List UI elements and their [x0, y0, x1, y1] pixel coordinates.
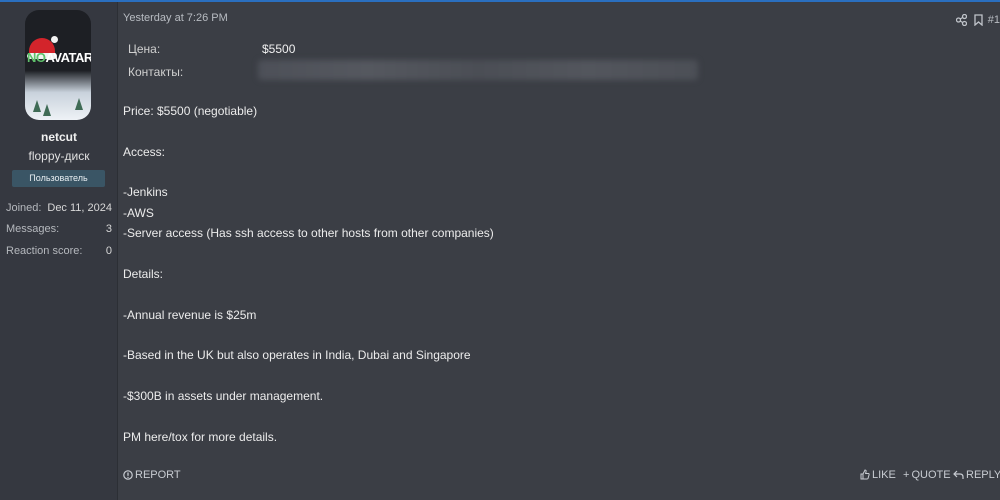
- tree-icon: [33, 100, 41, 112]
- santa-hat-pompom: [51, 36, 58, 43]
- stat-label: Messages:: [6, 223, 60, 235]
- quote-label: QUOTE: [911, 469, 951, 481]
- reply-label: REPLY: [966, 469, 1000, 481]
- user-title: floppy-диск: [28, 149, 90, 163]
- post-text-line: -Annual revenue is $25m: [123, 308, 257, 322]
- report-icon: [123, 470, 133, 483]
- post-header-actions: #1: [950, 12, 1000, 30]
- post-footer-actions: LIKE + QUOTE REPLY: [860, 469, 1000, 485]
- stat-label: Reaction score:: [6, 245, 83, 257]
- avatar[interactable]: NOAVATAR: [25, 10, 91, 120]
- like-button[interactable]: LIKE: [860, 469, 896, 483]
- tree-icon: [75, 98, 83, 110]
- avatar-text: NOAVATAR: [27, 50, 91, 65]
- username-link[interactable]: netcut: [0, 130, 118, 144]
- report-button[interactable]: REPORT: [123, 469, 181, 483]
- stat-value: 3: [105, 223, 112, 235]
- post-text-line: Details:: [123, 267, 164, 281]
- field-label-contacts: Контакты:: [128, 65, 184, 79]
- field-label-price: Цена:: [128, 42, 161, 56]
- like-label: LIKE: [872, 469, 896, 481]
- stat-value: Dec 11, 2024: [47, 202, 112, 214]
- reply-button[interactable]: REPLY: [953, 469, 1000, 483]
- post-text-line: -Based in the UK but also operates in In…: [123, 348, 471, 362]
- report-label: REPORT: [135, 469, 181, 481]
- avatar-text-no: NO: [27, 50, 46, 65]
- user-info-panel: NOAVATAR netcut floppy-диск Пользователь…: [0, 2, 118, 500]
- post-timestamp[interactable]: Yesterday at 7:26 PM: [123, 12, 228, 24]
- stat-value: 0: [105, 245, 112, 257]
- stat-label: Joined:: [6, 202, 42, 214]
- field-value-price: $5500: [262, 42, 296, 56]
- post-text-line: -AWS: [123, 206, 154, 220]
- post-text-line: Price: $5500 (negotiable): [123, 104, 258, 118]
- post-text-line: PM here/tox for more details.: [123, 430, 278, 444]
- post-text-line: -$300B in assets under management.: [123, 389, 324, 403]
- role-badge: Пользователь: [12, 170, 105, 187]
- post-content: Yesterday at 7:26 PM #1 Цена: $5500 Конт…: [123, 0, 1000, 500]
- reply-icon: [953, 470, 964, 483]
- quote-button[interactable]: + QUOTE: [903, 469, 951, 481]
- bookmark-icon[interactable]: [974, 14, 983, 29]
- like-icon: [860, 469, 870, 483]
- post-number-link[interactable]: #1: [988, 14, 1000, 26]
- tree-icon: [43, 104, 51, 116]
- avatar-text-rest: AVATAR: [45, 50, 92, 65]
- blurred-contacts-value: [258, 60, 698, 80]
- quote-icon: +: [903, 469, 910, 481]
- post-text-line: -Jenkins: [123, 185, 168, 199]
- post-text-line: Access:: [123, 145, 166, 159]
- post-text-line: -Server access (Has ssh access to other …: [123, 226, 494, 240]
- share-icon[interactable]: [955, 13, 968, 29]
